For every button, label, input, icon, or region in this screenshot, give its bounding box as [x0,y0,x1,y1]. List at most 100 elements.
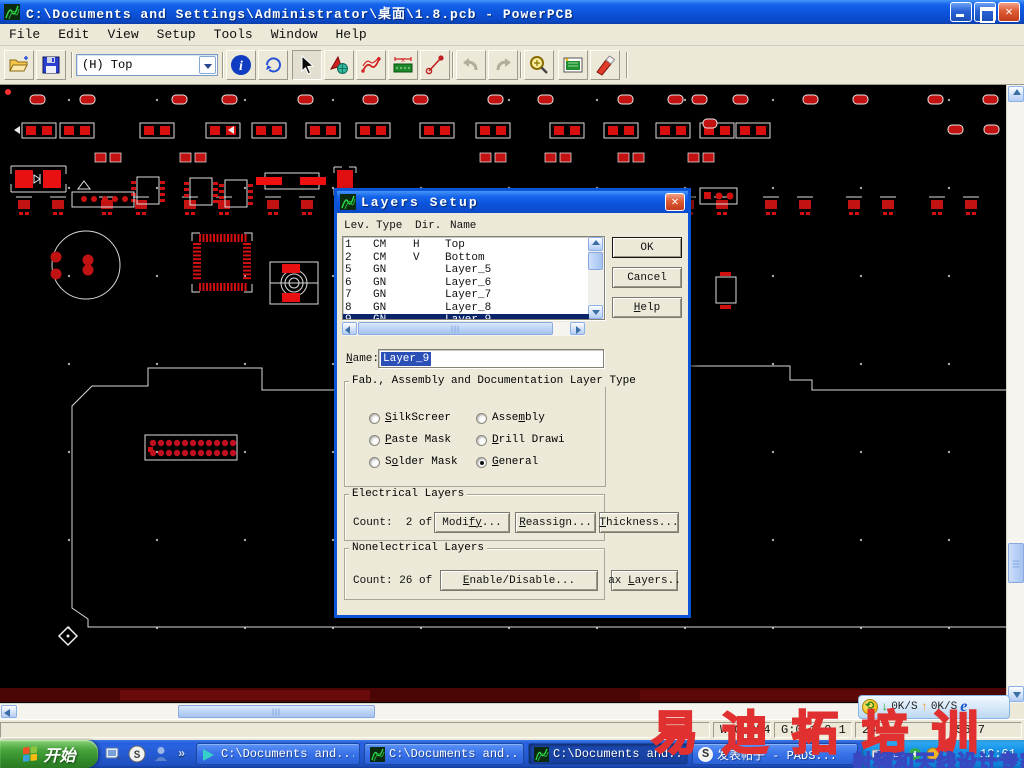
canvas-vertical-scrollbar[interactable] [1006,85,1024,703]
radio-label: Assembly [492,412,545,424]
layer-row-7[interactable]: 7 GN Layer_7 [343,289,589,302]
layer-row-2[interactable]: 2 CM V Bottom [343,252,589,265]
scroll-up-button[interactable] [1008,86,1024,102]
bars-footprint [256,172,326,190]
radio-icon[interactable] [369,456,380,468]
layer-name-input[interactable]: Layer_9 [378,349,604,368]
dialog-title: Layers Setup [361,194,479,210]
electrical-count-label: Count: 2 of [353,517,433,529]
jumper-tool-button[interactable] [420,50,450,80]
radio-general[interactable]: General [476,456,538,468]
route-tool-button[interactable] [324,50,354,80]
zoom-tool-button[interactable] [524,50,554,80]
dimension-tool-button[interactable]: x [388,50,418,80]
start-button[interactable]: 开始 [0,740,98,768]
layer-combo[interactable]: (H) Top [76,54,218,76]
layer-list-scrollbar[interactable] [588,237,604,319]
help-button[interactable]: Help [612,297,682,318]
eraser-tool-button[interactable] [590,50,620,80]
info-icon: i [231,55,251,75]
taskbar-window-2[interactable]: C:\Documents and... [364,743,524,765]
layer-row-5[interactable]: 5 GN Layer_5 [343,264,589,277]
board-connector [144,434,238,461]
list-scroll-thumb[interactable] [588,252,603,270]
menu-bar: File Edit View Setup Tools Window Help [0,24,1024,46]
thickness--button[interactable]: Thickness... [599,512,679,533]
enable-disable--button[interactable]: Enable/Disable... [440,570,598,591]
save-button[interactable] [36,50,66,80]
redo-icon [496,58,511,71]
layer-row-1[interactable]: 1 CM H Top [343,239,589,252]
messenger-icon[interactable] [152,745,170,763]
menu-setup[interactable]: Setup [148,25,205,44]
radio-drill-drawi[interactable]: Drill Drawi [476,434,565,446]
taskbar-window-1[interactable]: C:\Documents and... [196,743,360,765]
cancel-button[interactable]: Cancel [612,267,682,288]
radio-paste-mask[interactable]: Paste Mask [369,434,451,446]
list-scroll-left-button[interactable] [342,322,357,335]
list-hscroll-thumb[interactable] [358,322,553,335]
scroll-left-button[interactable] [1,705,17,718]
svg-text:i: i [239,59,243,74]
name-selection: Layer_9 [381,351,432,366]
reassign--button[interactable]: Reassign... [515,512,596,533]
redo-button[interactable] [488,50,518,80]
info-button[interactable]: i [226,50,256,80]
radio-silkscreer[interactable]: SilkScreer [369,412,451,424]
radio-solder-mask[interactable]: Solder Mask [369,456,458,468]
route-icon [329,55,348,74]
menu-tools[interactable]: Tools [205,25,262,44]
show-desktop-icon[interactable] [104,745,122,763]
menu-help[interactable]: Help [327,25,376,44]
radio-icon[interactable] [476,412,487,424]
maximize-button[interactable] [974,2,996,23]
scroll-down-button[interactable] [1008,686,1024,702]
radio-icon[interactable] [369,434,380,446]
undo-button[interactable] [456,50,486,80]
close-button[interactable]: ✕ [998,2,1020,22]
radio-assembly[interactable]: Assembly [476,412,545,424]
combo-dropdown-icon[interactable] [199,56,216,74]
radio-label: Paste Mask [385,434,452,446]
modify--button[interactable]: Modi fy... [434,512,510,533]
horizontal-scroll-thumb[interactable] [178,705,375,718]
title-bar: C:\Documents and Settings\Administrator\… [0,0,1024,24]
list-header: Lev. [344,220,371,232]
ok-button[interactable]: OK [612,237,682,258]
vertical-scroll-thumb[interactable] [1008,543,1024,583]
menu-file[interactable]: File [0,25,49,44]
ax-layers--button[interactable]: ax Layers.. [608,570,681,591]
dialog-title-bar[interactable]: Layers Setup ✕ [337,191,688,213]
menu-edit[interactable]: Edit [49,25,98,44]
quicklaunch-chevron-icon[interactable]: » [178,747,185,761]
window-title: C:\Documents and Settings\Administrator\… [26,6,574,22]
pcb-origin-dot [5,89,11,95]
layer-list[interactable]: 1 CM H Top 2 CM V Bottom 5 GN Layer_5 6 GN Layer_6 7 GN… [342,236,605,320]
radio-label: Solder Mask [385,456,458,468]
radio-icon[interactable] [476,434,487,446]
menu-view[interactable]: View [98,25,147,44]
browser-s-icon[interactable]: S [128,745,146,763]
redraw-button[interactable] [258,50,288,80]
minimize-button[interactable] [950,2,972,22]
radio-icon[interactable] [476,456,487,468]
floppy-icon [42,56,60,74]
open-button[interactable] [4,50,34,80]
list-scroll-up-button[interactable] [588,237,603,251]
electrical-group-title: Electrical Layers [349,488,468,500]
layer-row-6[interactable]: 6 GN Layer_6 [343,277,589,290]
layer-row-9[interactable]: 9 GN Layer_9 [343,314,589,319]
radio-icon[interactable] [369,412,380,424]
select-tool-button[interactable] [292,50,322,80]
layer-row-8[interactable]: 8 GN Layer_8 [343,302,589,315]
layer-list-hscrollbar[interactable] [342,322,585,336]
list-scroll-right-button[interactable] [570,322,585,335]
list-scroll-down-button[interactable] [588,305,603,319]
board-view-button[interactable] [558,50,588,80]
traces-tool-button[interactable] [356,50,386,80]
taskbar-window-label: C:\Documents and... [221,747,354,761]
taskbar-window-label: C:\Documents and... [389,747,518,761]
menu-window[interactable]: Window [262,25,327,44]
layer-combo-value: (H) Top [82,58,133,72]
dialog-close-button[interactable]: ✕ [665,193,685,211]
